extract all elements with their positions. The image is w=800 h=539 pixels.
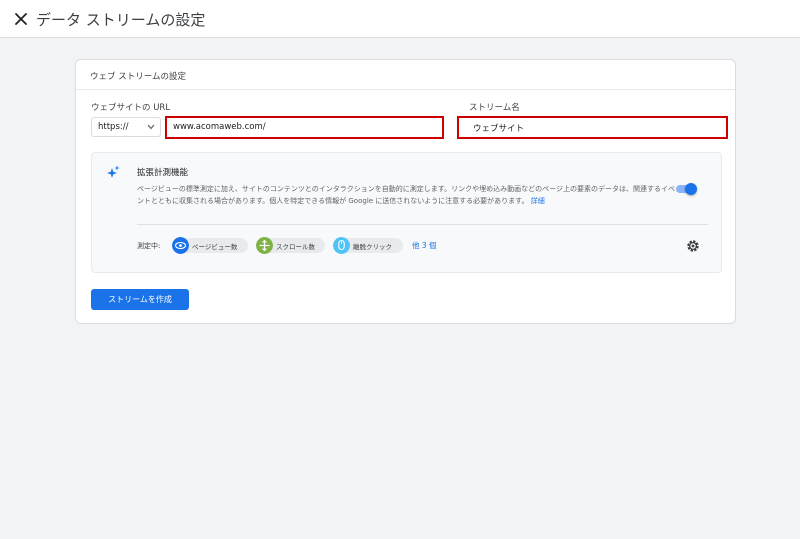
detail-link[interactable]: 詳細	[531, 197, 545, 205]
web-stream-settings-card: ウェブ ストリームの設定 ウェブサイトの URL https:// www.ac…	[75, 59, 736, 324]
protocol-select[interactable]: https://	[91, 117, 161, 137]
chip-label: 離脱クリック	[353, 243, 392, 251]
caret-down-icon	[147, 124, 155, 130]
website-url-input[interactable]: www.acomaweb.com/	[165, 116, 444, 139]
enhanced-measurement-panel: 拡張計測機能 ページビューの標準測定に加え、サイトのコンテンツとのインタラクショ…	[91, 152, 722, 273]
more-link[interactable]: 他 3 個	[412, 240, 437, 251]
sparkle-icon	[107, 165, 120, 178]
chip-outbound-clicks[interactable]: 離脱クリック	[333, 237, 403, 254]
toggle-knob	[685, 183, 697, 195]
chip-label: ページビュー数	[192, 243, 238, 251]
card-title: ウェブ ストリームの設定	[90, 72, 186, 82]
stream-name-value: ウェブサイト	[473, 124, 525, 134]
card-header: ウェブ ストリームの設定	[76, 60, 735, 90]
create-stream-button[interactable]: ストリームを作成	[91, 289, 189, 310]
measuring-label: 測定中:	[137, 242, 161, 250]
stream-name-input[interactable]: ウェブサイト	[457, 116, 728, 139]
crosshair-icon	[256, 237, 273, 254]
chip-label: スクロール数	[276, 243, 315, 251]
enhanced-measurement-description: ページビューの標準測定に加え、サイトのコンテンツとのインタラクションを自動的に測…	[137, 183, 677, 207]
eye-icon	[172, 237, 189, 254]
enhanced-measurement-toggle[interactable]	[675, 182, 698, 196]
top-bar: データ ストリームの設定	[0, 0, 800, 38]
stream-name-label: ストリーム名	[469, 103, 520, 113]
chip-page-views[interactable]: ページビュー数	[172, 237, 248, 254]
website-url-value: www.acomaweb.com/	[173, 122, 266, 132]
website-url-label: ウェブサイトの URL	[91, 103, 171, 113]
description-text: ページビューの標準測定に加え、サイトのコンテンツとのインタラクションを自動的に測…	[137, 185, 675, 205]
chip-scrolls[interactable]: スクロール数	[256, 237, 325, 254]
page-title: データ ストリームの設定	[36, 11, 206, 29]
enhanced-measurement-title: 拡張計測機能	[137, 168, 189, 178]
gear-icon[interactable]	[686, 239, 700, 253]
divider	[137, 224, 708, 225]
close-icon[interactable]	[12, 10, 30, 28]
protocol-select-value: https://	[98, 122, 129, 132]
mouse-icon	[333, 237, 350, 254]
